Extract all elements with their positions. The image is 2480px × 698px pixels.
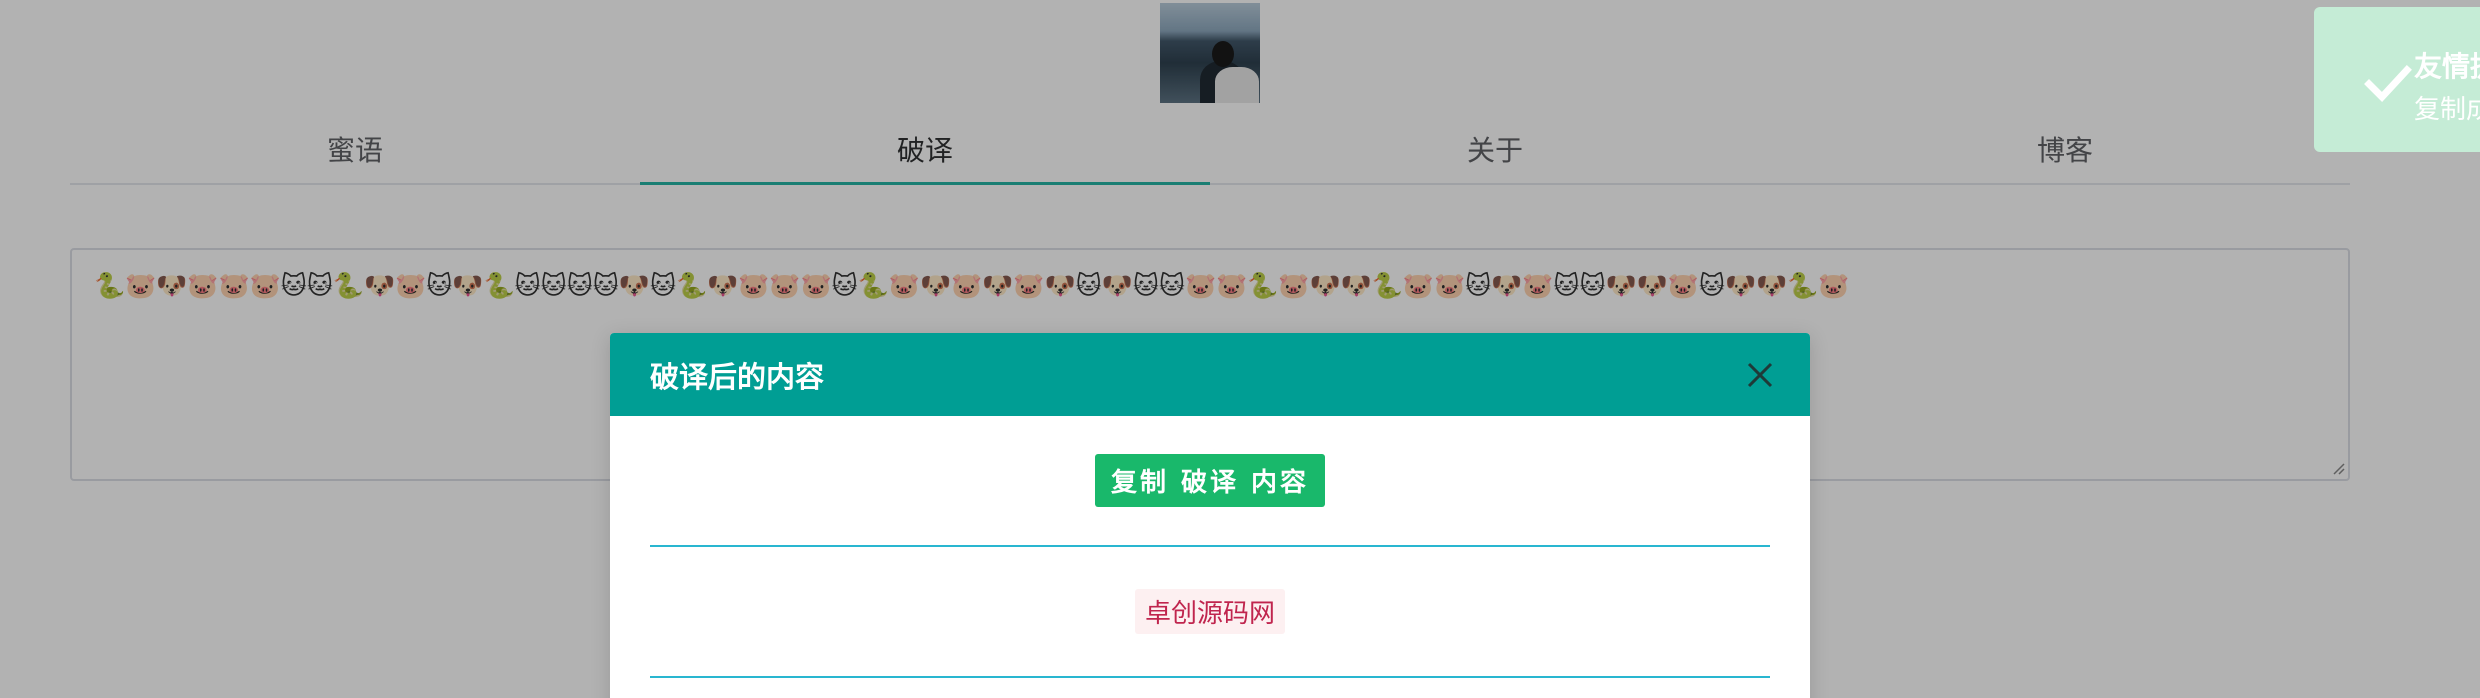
result-row: 卓创源码网 (650, 547, 1770, 678)
dialog-header: 破译后的内容 (610, 333, 1810, 416)
toast-message: 复制成 (2414, 95, 2480, 125)
dialog-title: 破译后的内容 (650, 359, 825, 394)
dialog-body: 复制 破译 内容 卓创源码网 (610, 416, 1810, 678)
toast-title: 友情提 (2414, 50, 2480, 83)
result-dialog: 破译后的内容 复制 破译 内容 卓创源码网 (610, 333, 1810, 698)
close-icon[interactable] (1744, 359, 1776, 391)
success-toast: 友情提 复制成 (2314, 7, 2480, 152)
copy-row: 复制 破译 内容 (650, 416, 1770, 547)
decoded-result-text: 卓创源码网 (1134, 589, 1285, 634)
check-icon (2364, 65, 2412, 103)
copy-result-button[interactable]: 复制 破译 内容 (1094, 454, 1326, 507)
